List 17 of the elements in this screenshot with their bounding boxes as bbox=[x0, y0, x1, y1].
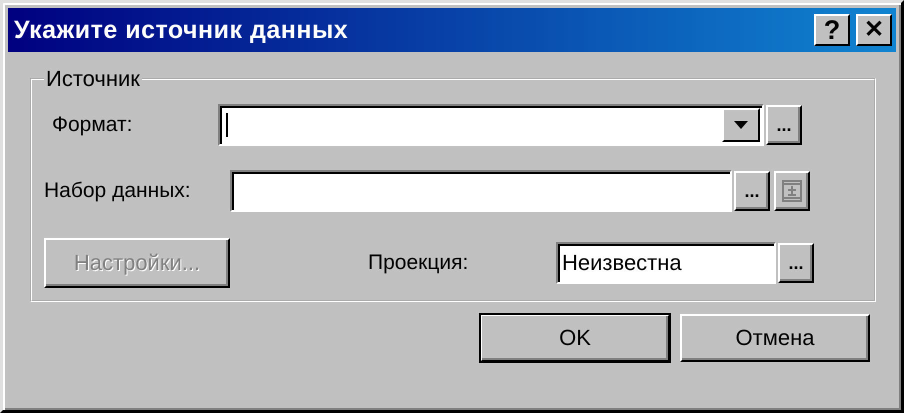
group-label: Источник bbox=[45, 66, 141, 92]
projection-field[interactable]: Неизвестна bbox=[556, 242, 776, 284]
window-title: Укажите источник данных bbox=[14, 16, 348, 44]
browse-button[interactable]: ... bbox=[778, 243, 814, 283]
ok-button[interactable]: OK bbox=[480, 314, 670, 362]
format-dropdown[interactable] bbox=[218, 104, 764, 146]
cancel-button[interactable]: Отмена bbox=[680, 314, 870, 362]
format-label: Формат: bbox=[51, 113, 134, 137]
dataset-field[interactable] bbox=[230, 170, 732, 212]
browse-button[interactable]: ... bbox=[734, 171, 770, 211]
close-button[interactable]: ✕ bbox=[856, 14, 892, 46]
projection-label: Проекция: bbox=[368, 251, 470, 275]
browse-button[interactable]: ... bbox=[766, 105, 802, 145]
dataset-label: Набор данных: bbox=[44, 179, 192, 203]
help-button[interactable]: ? bbox=[814, 14, 850, 46]
dropdown-arrow-icon bbox=[733, 120, 749, 130]
plus-minus-icon bbox=[782, 180, 802, 202]
